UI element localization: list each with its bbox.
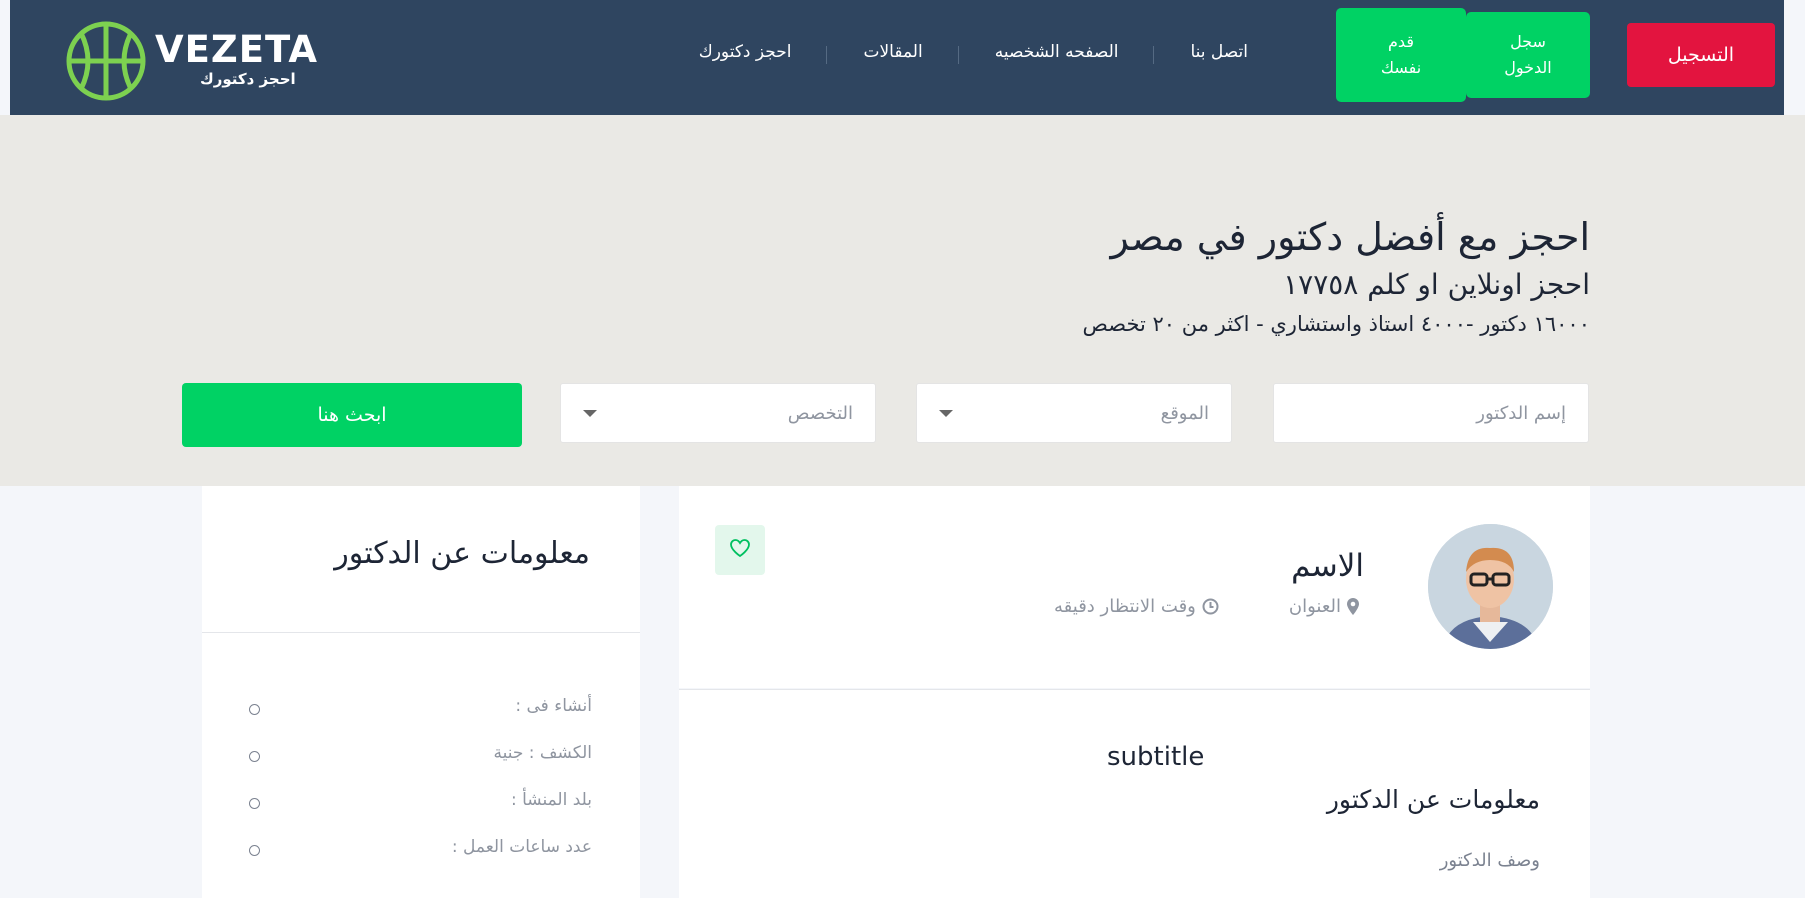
info-card-title: معلومات عن الدكتور <box>334 536 590 571</box>
brand-logo[interactable]: VEZETA احجز دكتورك <box>65 20 325 102</box>
doctor-name: الاسم <box>1291 548 1364 584</box>
nav-link-profile[interactable]: الصفحه الشخصيه <box>959 42 1155 64</box>
login-button[interactable]: سجل الدخول <box>1466 12 1590 98</box>
heart-icon <box>730 539 750 561</box>
caret-down-icon <box>939 409 953 417</box>
hero-section: احجز مع أفضل دكتور في مصر احجز اونلاين ا… <box>0 115 1805 486</box>
circle-bullet-icon <box>249 845 260 856</box>
basketball-icon <box>66 21 146 101</box>
hero-stats: ١٦٠٠٠ دكتور -٤٠٠٠ استاذ واستشاري - اكثر … <box>1082 312 1590 336</box>
hero-subtitle: احجز اونلاين او كلم ١٧٧٥٨ <box>1283 268 1590 301</box>
doctor-meta: العنوان وقت الانتظار دقيقه <box>984 596 1359 617</box>
nav-link-book-doctor[interactable]: احجز دكتورك <box>663 42 828 64</box>
join-button[interactable]: قدم نفسك <box>1336 8 1466 102</box>
circle-bullet-icon <box>249 704 260 715</box>
brand-tagline: احجز دكتورك <box>200 70 296 88</box>
doctor-address: العنوان <box>1289 596 1359 617</box>
map-pin-icon <box>1347 598 1359 615</box>
location-select[interactable]: الموقع <box>916 383 1232 443</box>
search-button[interactable]: ابحث هنا <box>182 383 522 447</box>
divider <box>202 632 640 633</box>
nav-link-contact[interactable]: اتصل بنا <box>1154 42 1284 62</box>
register-button[interactable]: التسجيل <box>1627 23 1775 87</box>
doctor-name-input[interactable]: إسم الدكتور <box>1273 383 1589 443</box>
nav-links: اتصل بنا الصفحه الشخصيه المقالات احجز دك… <box>663 42 1284 64</box>
circle-bullet-icon <box>249 798 260 809</box>
caret-down-icon <box>583 409 597 417</box>
doctor-card: الاسم العنوان وقت الانتظار دقيقه <box>679 486 1590 688</box>
nav-link-articles[interactable]: المقالات <box>827 42 959 64</box>
description-subtitle: subtitle <box>1107 742 1205 772</box>
avatar <box>1428 524 1553 649</box>
info-row-hours: عدد ساعات العمل : <box>249 837 592 884</box>
circle-bullet-icon <box>249 751 260 762</box>
brand-name: VEZETA <box>155 28 319 71</box>
description-card: subtitle معلومات عن الدكتور وصف الدكتور <box>679 689 1590 898</box>
info-row-created: أنشاء فى : <box>249 696 592 743</box>
info-list: أنشاء فى : الكشف : جنية بلد المنشأ : عدد… <box>249 696 592 884</box>
description-text: وصف الدكتور <box>1439 850 1540 871</box>
info-row-fee: الكشف : جنية <box>249 743 592 790</box>
clock-icon <box>1202 598 1219 615</box>
navbar: VEZETA احجز دكتورك اتصل بنا الصفحه الشخص… <box>10 0 1784 115</box>
hero-title: احجز مع أفضل دكتور في مصر <box>1110 215 1590 259</box>
specialty-select[interactable]: التخصص <box>560 383 876 443</box>
doctor-wait-time: وقت الانتظار دقيقه <box>1054 596 1219 617</box>
description-title: معلومات عن الدكتور <box>1326 785 1540 814</box>
doctor-info-card: معلومات عن الدكتور أنشاء فى : الكشف : جن… <box>202 486 640 898</box>
info-row-country: بلد المنشأ : <box>249 790 592 837</box>
favorite-button[interactable] <box>715 525 765 575</box>
